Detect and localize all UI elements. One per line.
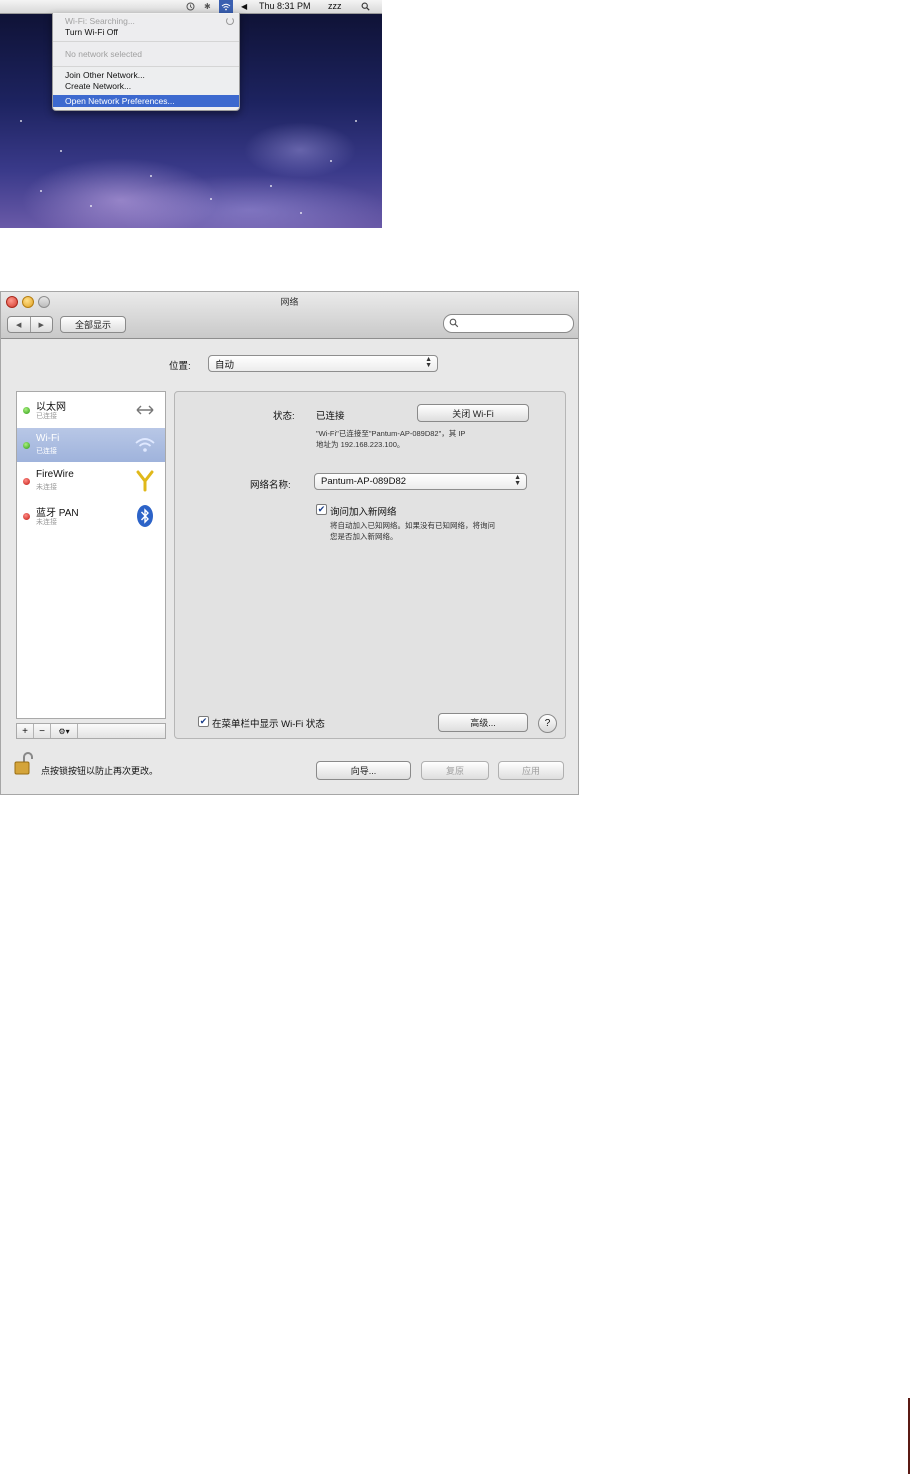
menu-bar: ✱ ◀ Thu 8:31 PM zzz	[0, 0, 382, 14]
create-network-item[interactable]: Create Network...	[65, 81, 131, 92]
lock-icon[interactable]	[13, 752, 35, 781]
star	[150, 175, 152, 177]
bluetooth-menu-icon[interactable]: ✱	[204, 0, 211, 13]
advanced-button[interactable]: 高级...	[438, 713, 528, 732]
desktop-screenshot: ✱ ◀ Thu 8:31 PM zzz Wi-Fi: Searching... …	[0, 0, 382, 228]
show-all-button[interactable]: 全部显示	[60, 316, 126, 333]
service-status: 已连接	[36, 448, 57, 455]
status-dot-disconnected	[23, 478, 30, 485]
location-label: 位置:	[169, 361, 191, 372]
service-list-toolbar: + − ⚙▾	[16, 723, 166, 739]
service-status: 已连接	[36, 413, 57, 420]
wifi-icon	[133, 433, 157, 457]
forward-button[interactable]: ▶	[29, 317, 53, 332]
window-title: 网络	[280, 297, 299, 307]
network-name-value: Pantum-AP-089D82	[321, 476, 407, 487]
star	[355, 120, 357, 122]
wifi-menu: Wi-Fi: Searching... Turn Wi-Fi Off No ne…	[52, 13, 240, 111]
service-status: 未连接	[36, 484, 57, 491]
status-value: 已连接	[316, 411, 345, 422]
wifi-menu-icon[interactable]	[219, 0, 233, 13]
firewire-icon	[133, 469, 157, 493]
title-bar: 网络 ◀ ▶ 全部显示	[1, 292, 578, 339]
join-other-network-item[interactable]: Join Other Network...	[65, 70, 145, 81]
network-name-label: 网络名称:	[250, 480, 291, 491]
help-button[interactable]: ?	[538, 714, 557, 733]
menu-clock[interactable]: Thu 8:31 PM	[259, 0, 311, 13]
turn-off-wifi-button[interactable]: 关闭 Wi-Fi	[417, 404, 529, 422]
star	[40, 190, 42, 192]
status-dot-connected	[23, 407, 30, 414]
star	[270, 185, 272, 187]
star	[20, 120, 22, 122]
search-input[interactable]	[443, 314, 574, 333]
bluetooth-icon	[133, 504, 157, 528]
wifi-status-item: Wi-Fi: Searching...	[65, 16, 135, 26]
assist-me-button[interactable]: 向导...	[316, 761, 411, 780]
no-network-item: No network selected	[65, 49, 143, 59]
open-network-preferences-item[interactable]: Open Network Preferences...	[53, 95, 239, 107]
location-popup[interactable]: 自动 ▲ ▼	[208, 355, 438, 372]
status-dot-connected	[23, 442, 30, 449]
network-name-popup[interactable]: Pantum-AP-089D82 ▲ ▼	[314, 473, 527, 490]
star	[300, 212, 302, 214]
gear-icon[interactable]: ⚙▾	[51, 724, 78, 738]
remove-service-button[interactable]: −	[34, 724, 51, 738]
time-machine-icon[interactable]	[186, 0, 195, 13]
location-value: 自动	[215, 359, 235, 371]
network-preferences-window: 网络 ◀ ▶ 全部显示 位置: 自动 ▲▼ 以太网 已连接 Wi-Fi 已连接	[0, 291, 579, 795]
star	[90, 205, 92, 207]
add-service-button[interactable]: +	[17, 724, 34, 738]
status-dot-disconnected	[23, 513, 30, 520]
star	[330, 160, 332, 162]
menu-separator	[53, 66, 239, 67]
back-button[interactable]: ◀	[8, 317, 30, 332]
spotlight-icon[interactable]	[361, 0, 370, 13]
service-firewire[interactable]: FireWire 未连接	[17, 464, 165, 498]
service-ethernet[interactable]: 以太网 已连接	[17, 393, 165, 427]
turn-wifi-off-item[interactable]: Turn Wi-Fi Off	[65, 27, 118, 38]
ask-join-checkbox[interactable]: ✔	[316, 504, 327, 515]
status-description-line1: "Wi-Fi"已连接至"Pantum-AP-089D82"，其 IP	[316, 429, 466, 438]
revert-button: 复原	[421, 761, 489, 780]
service-name: FireWire	[36, 469, 74, 480]
ask-join-label: 询问加入新网络	[330, 507, 397, 518]
ask-join-description-line1: 将自动加入已知网络。如果没有已知网络，将询问	[330, 521, 495, 530]
star	[60, 150, 62, 152]
service-status: 未连接	[36, 519, 57, 526]
popup-arrows-icon: ▲ ▼	[425, 356, 432, 369]
volume-icon[interactable]: ◀	[241, 0, 247, 13]
status-description-line2: 地址为 192.168.223.100。	[316, 440, 405, 449]
searching-spinner-icon	[226, 17, 234, 25]
open-network-preferences-label: Open Network Preferences...	[65, 96, 175, 106]
show-in-menubar-checkbox[interactable]: ✔	[198, 716, 209, 727]
search-icon	[449, 318, 459, 328]
menu-separator	[53, 41, 239, 42]
page-edge-bar	[908, 1398, 910, 1474]
ethernet-icon	[133, 398, 157, 422]
ask-join-description-line2: 您是否加入新网络。	[330, 532, 398, 541]
status-label: 状态:	[273, 411, 295, 422]
popup-arrows-icon: ▲ ▼	[514, 474, 521, 487]
service-name: Wi-Fi	[36, 433, 60, 444]
menu-user[interactable]: zzz	[328, 0, 342, 13]
back-forward-control: ◀ ▶	[7, 316, 53, 333]
show-in-menubar-label: 在菜单栏中显示 Wi-Fi 状态	[212, 719, 325, 730]
lock-text: 点按锁按钮以防止再次更改。	[41, 766, 159, 776]
service-wifi[interactable]: Wi-Fi 已连接	[17, 428, 165, 462]
service-bluetooth-pan[interactable]: 蓝牙 PAN 未连接	[17, 499, 165, 533]
star	[210, 198, 212, 200]
service-list: 以太网 已连接 Wi-Fi 已连接 FireWire 未连接 蓝牙 PAN 未连…	[16, 391, 166, 719]
apply-button: 应用	[498, 761, 564, 780]
